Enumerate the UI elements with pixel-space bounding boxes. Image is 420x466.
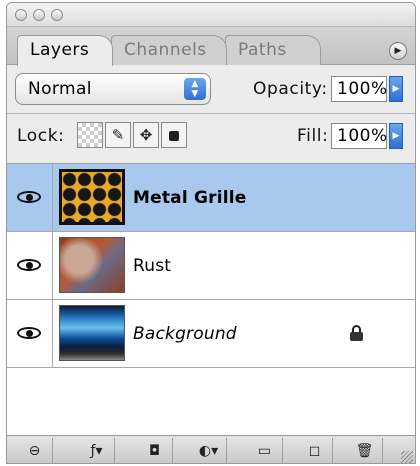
tab-channels[interactable]: Channels: [111, 35, 227, 65]
eye-icon: [17, 191, 41, 203]
divider: [7, 113, 415, 114]
brush-lock-icon[interactable]: ✎: [105, 122, 131, 148]
layer-thumbnail: [59, 169, 125, 225]
close-button[interactable]: [15, 9, 27, 21]
layer-name[interactable]: Metal Grille: [133, 164, 247, 232]
layer-mask-icon[interactable]: ◘: [137, 438, 173, 463]
opacity-label: Opacity:: [253, 79, 328, 99]
adjustment-layer-icon[interactable]: ◐▾: [191, 438, 227, 463]
visibility-toggle[interactable]: [7, 300, 53, 367]
opacity-slider-arrow-icon[interactable]: ▶: [389, 76, 403, 102]
tab-layers[interactable]: Layers: [17, 35, 113, 66]
fill-slider-arrow-icon[interactable]: ▶: [389, 123, 403, 149]
fill-field[interactable]: 100%: [331, 123, 387, 149]
visibility-toggle[interactable]: [7, 232, 53, 299]
layer-row-background[interactable]: Background: [7, 300, 415, 368]
padlock-icon[interactable]: [161, 122, 187, 148]
chevron-updown-icon: ▲ ▼: [184, 78, 206, 100]
layer-thumbnail: [59, 305, 125, 361]
trash-icon[interactable]: 🗑: [347, 438, 383, 463]
tab-paths[interactable]: Paths: [225, 35, 321, 65]
layer-thumbnail: [59, 237, 125, 293]
fill-label: Fill:: [297, 126, 329, 146]
folder-icon[interactable]: ▭: [247, 438, 283, 463]
panel-menu-button[interactable]: ▶: [389, 42, 407, 60]
tab-strip: Layers Channels Paths ▶: [7, 27, 415, 66]
link-icon[interactable]: ⊖: [17, 438, 53, 463]
title-bar: [7, 3, 415, 27]
layer-name[interactable]: Rust: [133, 232, 171, 300]
layers-panel: Layers Channels Paths ▶ Normal ▲ ▼ Opacit…: [6, 2, 416, 464]
zoom-button[interactable]: [51, 9, 63, 21]
minimize-button[interactable]: [33, 9, 45, 21]
blend-mode-select[interactable]: Normal ▲ ▼: [15, 73, 211, 105]
triangle-right-icon: ▶: [394, 46, 402, 56]
eye-icon: [17, 259, 41, 271]
layer-list: Metal Grille Rust Background: [7, 163, 415, 435]
lock-label: Lock:: [17, 126, 65, 146]
layers-toolbar: ⊖ ƒ▾ ◘ ◐▾ ▭ ◻ 🗑: [7, 435, 415, 463]
layer-row-rust[interactable]: Rust: [7, 232, 415, 300]
layer-style-icon[interactable]: ƒ▾: [79, 438, 115, 463]
transparency-lock-icon[interactable]: [77, 122, 103, 148]
resize-grip-icon[interactable]: [401, 451, 413, 463]
opacity-field[interactable]: 100%: [331, 76, 387, 102]
padlock-icon: [350, 325, 363, 341]
layer-row-metal-grille[interactable]: Metal Grille: [7, 164, 415, 232]
eye-icon: [17, 327, 41, 339]
new-layer-icon[interactable]: ◻: [297, 438, 333, 463]
visibility-toggle[interactable]: [7, 164, 53, 231]
blend-mode-value: Normal: [28, 79, 92, 99]
move-lock-icon[interactable]: ✥: [133, 122, 159, 148]
layer-name[interactable]: Background: [133, 300, 237, 368]
